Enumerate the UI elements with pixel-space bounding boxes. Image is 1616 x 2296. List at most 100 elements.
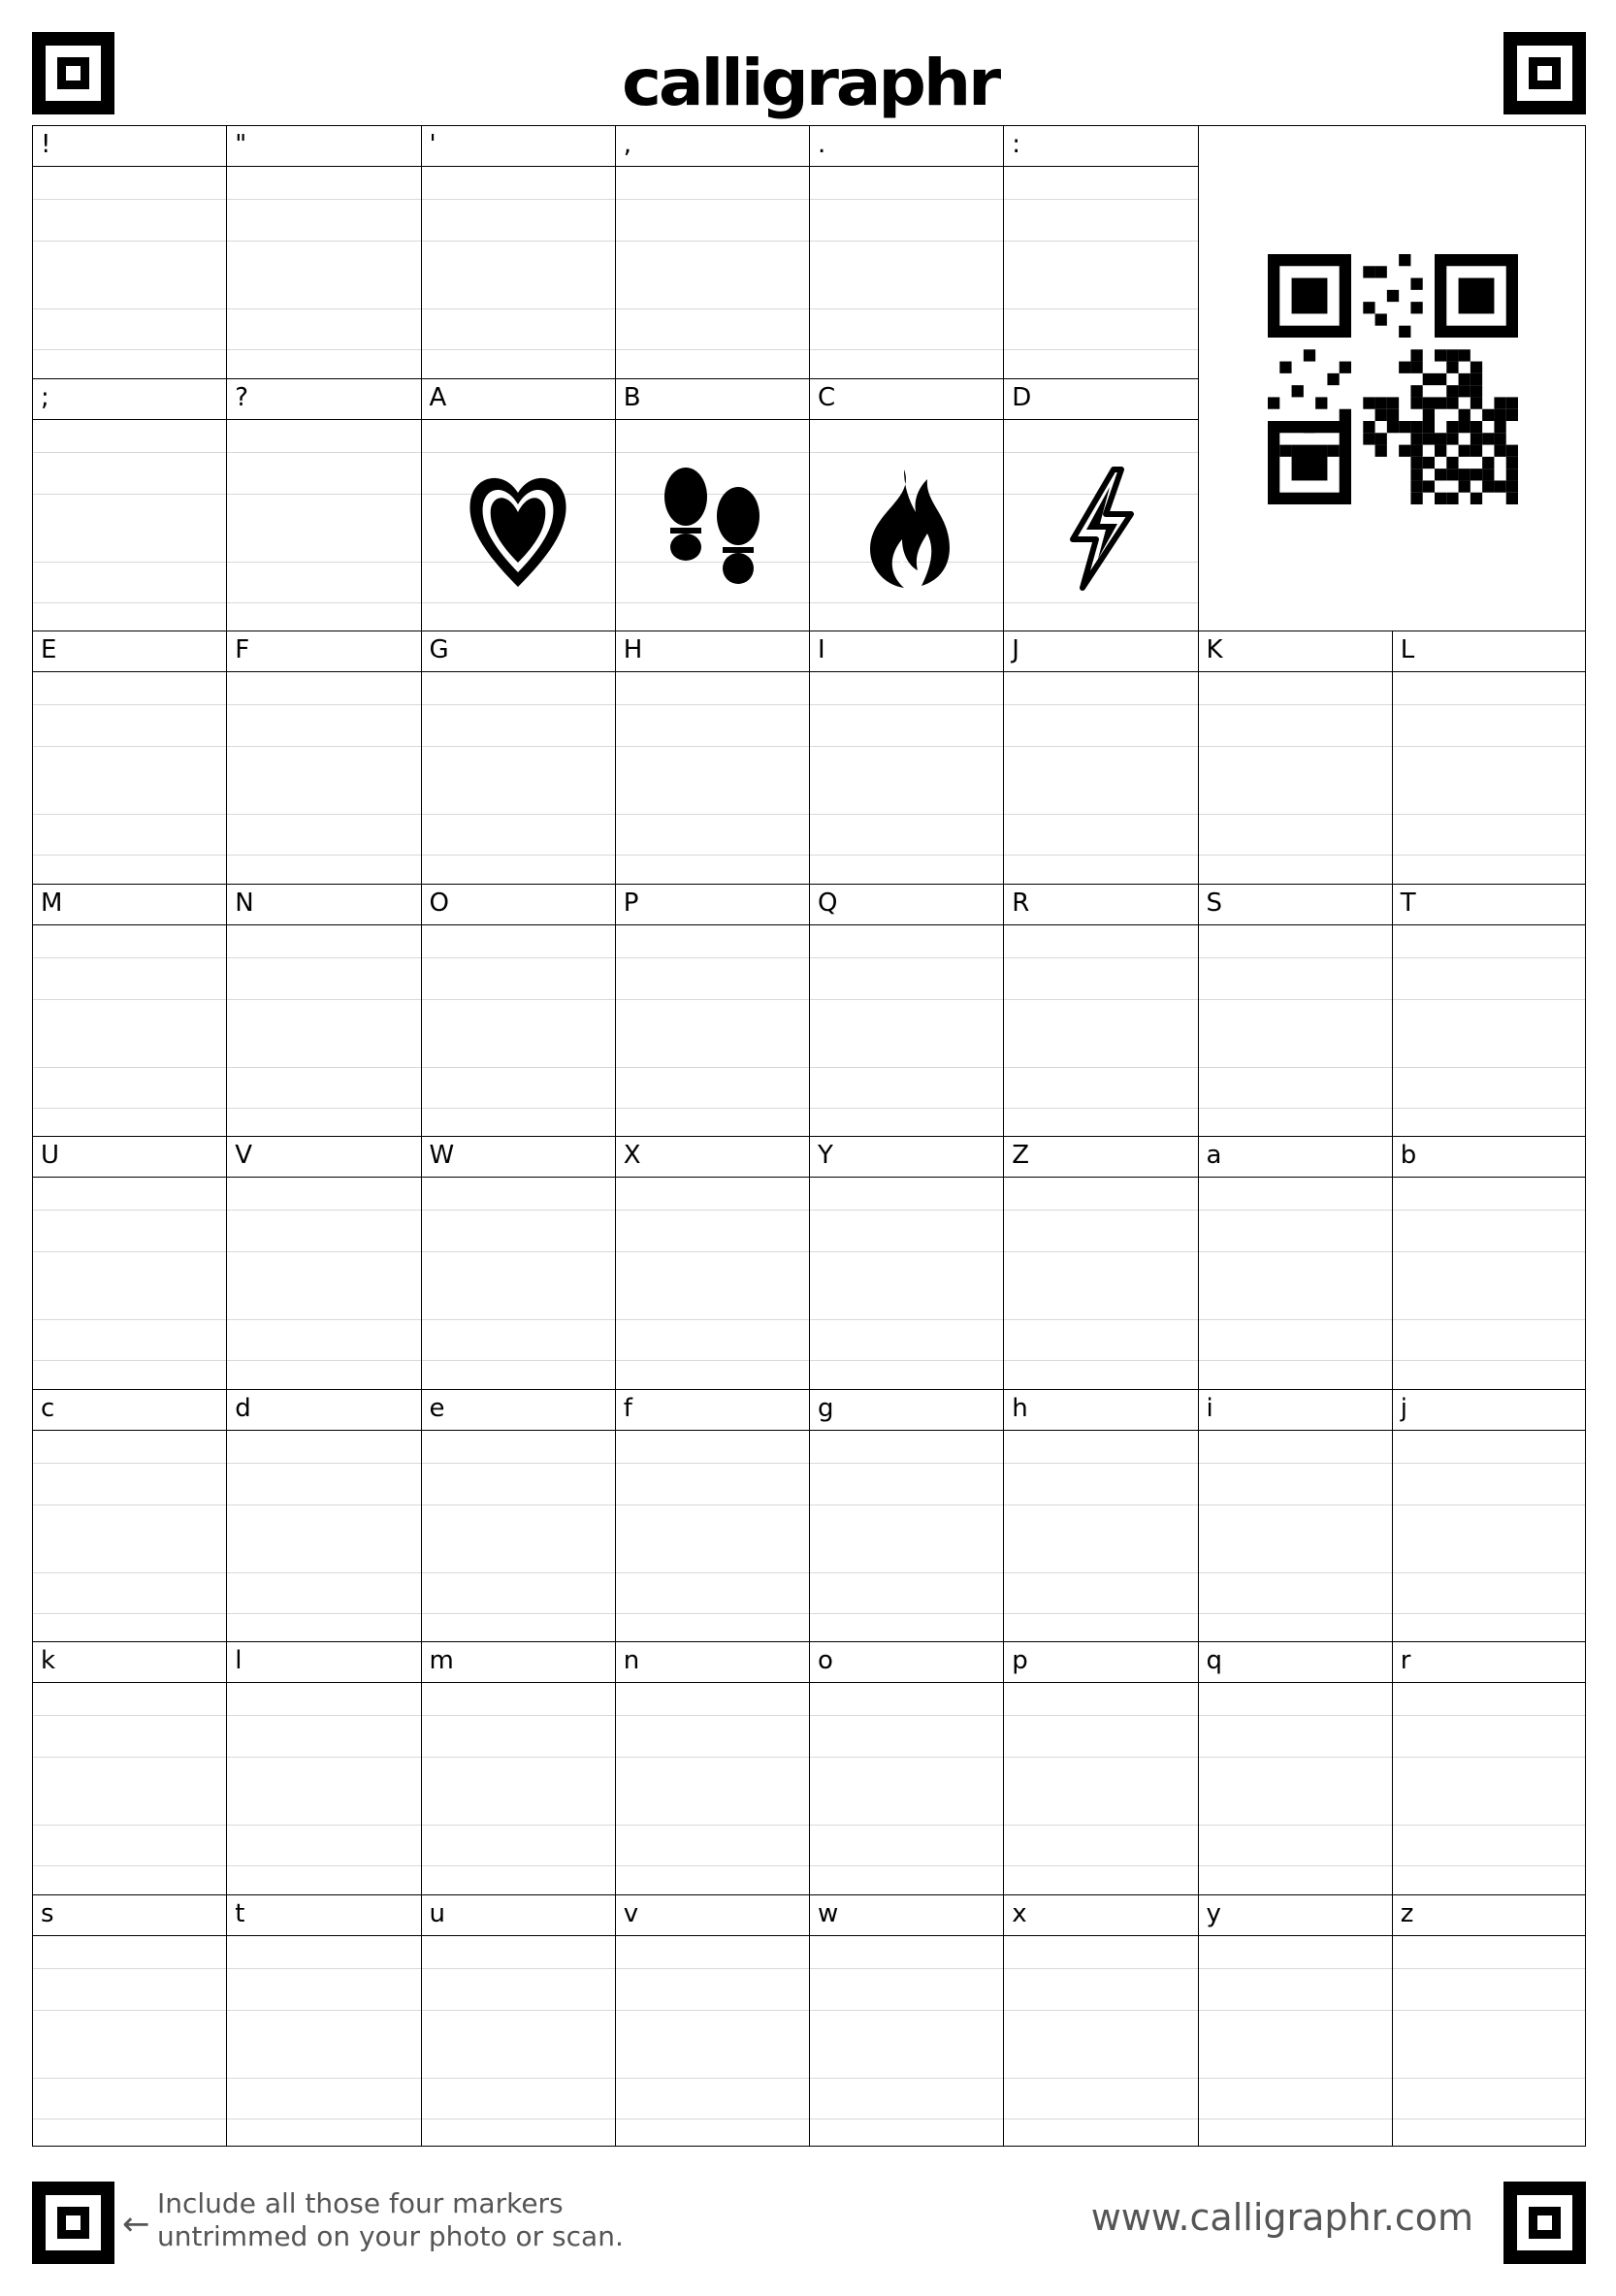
glyph-cell-label: N — [235, 888, 254, 918]
glyph-cell-label: D — [1012, 382, 1032, 412]
glyph-cell: O — [420, 883, 615, 1136]
glyph-cell-label: a — [1206, 1141, 1222, 1170]
glyph-cell-label: R — [1012, 888, 1030, 918]
glyph-cell: R — [1003, 883, 1198, 1136]
glyph-cell: x — [1003, 1893, 1198, 2147]
website-url: www.calligraphr.com — [1090, 2196, 1473, 2239]
glyph-cell-label: W — [429, 1141, 455, 1170]
glyph-cell-label: L — [1400, 635, 1415, 664]
glyph-cell: s — [32, 1893, 227, 2147]
glyph-cell: , — [614, 125, 809, 378]
glyph-cell-label: ? — [235, 382, 249, 412]
glyph-cell-label: O — [429, 888, 449, 918]
glyph-cell-label: c — [41, 1393, 55, 1423]
glyph-cell-label: S — [1206, 888, 1223, 918]
glyph-cell-label: ! — [41, 130, 51, 159]
glyph-cell-label: q — [1206, 1646, 1223, 1675]
glyph-cell-label: z — [1400, 1898, 1414, 1928]
glyph-cell-label: I — [818, 635, 825, 664]
glyph-cell: L — [1391, 631, 1586, 884]
glyph-cell: i — [1197, 1388, 1392, 1641]
glyph-cell-label: v — [623, 1898, 639, 1928]
glyph-cell: m — [420, 1641, 615, 1894]
glyph-cell: c — [32, 1388, 227, 1641]
glyph-cell-label: n — [623, 1646, 640, 1675]
glyph-cell: g — [809, 1388, 1004, 1641]
glyph-cell-label: U — [41, 1141, 60, 1170]
glyph-cell-label: j — [1400, 1393, 1407, 1423]
glyph-cell: z — [1391, 1893, 1586, 2147]
glyph-cell: A — [420, 377, 615, 631]
glyph-cell: v — [614, 1893, 809, 2147]
character-template-grid: ! " ',.:;? A B C D E F G H I J K L M N O P Q R S T U V W X Y Za b c d e f… — [32, 125, 1586, 2147]
glyph-cell-label: u — [429, 1898, 445, 1928]
glyph-cell-label: f — [623, 1393, 632, 1423]
glyph-cell-label: J — [1012, 635, 1019, 664]
glyph-cell-label: y — [1206, 1898, 1221, 1928]
glyph-cell: a — [1197, 1136, 1392, 1389]
glyph-cell: u — [420, 1893, 615, 2147]
glyph-cell-label: e — [429, 1393, 445, 1423]
glyph-cell: Z — [1003, 1136, 1198, 1389]
corner-marker-bottom-right — [1503, 2182, 1586, 2264]
glyph-cell-label: : — [1012, 130, 1021, 159]
glyph-cell-label: t — [235, 1898, 245, 1928]
glyph-cell: C — [809, 377, 1004, 631]
glyph-cell-label: r — [1400, 1646, 1411, 1675]
glyph-cell-label: , — [623, 130, 632, 159]
glyph-cell-label: k — [41, 1646, 56, 1675]
glyph-cell-label: o — [818, 1646, 833, 1675]
glyph-cell: o — [809, 1641, 1004, 1894]
heart-icon — [422, 447, 615, 612]
glyph-cell: w — [809, 1893, 1004, 2147]
glyph-cell: ! — [32, 125, 227, 378]
glyph-cell: " — [226, 125, 421, 378]
glyph-cell-label: Z — [1012, 1141, 1030, 1170]
glyph-cell: G — [420, 631, 615, 884]
glyph-cell-label: C — [818, 382, 836, 412]
glyph-cell-label: i — [1206, 1393, 1213, 1423]
glyph-cell: p — [1003, 1641, 1198, 1894]
glyph-cell-label: . — [818, 130, 826, 159]
glyph-cell: . — [809, 125, 1004, 378]
glyph-cell: y — [1197, 1893, 1392, 2147]
glyph-cell: N — [226, 883, 421, 1136]
glyph-cell: ; — [32, 377, 227, 631]
glyph-cell: e — [420, 1388, 615, 1641]
glyph-cell: Y — [809, 1136, 1004, 1389]
glyph-cell: W — [420, 1136, 615, 1389]
glyph-cell: S — [1197, 883, 1392, 1136]
glyph-cell: U — [32, 1136, 227, 1389]
grid-border-right — [1585, 125, 1586, 2147]
glyph-cell: b — [1391, 1136, 1586, 1389]
calligraphr-logo: calligraphr — [621, 45, 1001, 120]
footprints-icon — [616, 447, 809, 612]
glyph-cell-label: B — [623, 382, 641, 412]
glyph-cell: r — [1391, 1641, 1586, 1894]
corner-marker-bottom-left — [32, 2182, 114, 2264]
glyph-cell: j — [1391, 1388, 1586, 1641]
grid-border-bottom — [32, 2146, 1586, 2147]
glyph-cell: K — [1197, 631, 1392, 884]
glyph-cell: B — [614, 377, 809, 631]
glyph-cell: l — [226, 1641, 421, 1894]
glyph-cell-label: G — [429, 635, 449, 664]
glyph-cell-label: h — [1012, 1393, 1028, 1423]
corner-marker-top-left — [32, 32, 114, 114]
glyph-cell: ? — [226, 377, 421, 631]
glyph-cell: k — [32, 1641, 227, 1894]
glyph-cell-label: d — [235, 1393, 251, 1423]
glyph-cell: n — [614, 1641, 809, 1894]
glyph-cell-label: M — [41, 888, 63, 918]
glyph-cell: J — [1003, 631, 1198, 884]
glyph-cell-label: F — [235, 635, 250, 664]
glyph-cell: M — [32, 883, 227, 1136]
arrow-left-icon: ← — [122, 2205, 150, 2244]
glyph-cell-label: x — [1012, 1898, 1027, 1928]
instructions-line-2: untrimmed on your photo or scan. — [157, 2220, 624, 2252]
glyph-cell-label: m — [429, 1646, 454, 1675]
glyph-cell: d — [226, 1388, 421, 1641]
glyph-cell-label: " — [235, 130, 247, 159]
glyph-cell-label: Q — [818, 888, 838, 918]
glyph-cell-label: p — [1012, 1646, 1028, 1675]
